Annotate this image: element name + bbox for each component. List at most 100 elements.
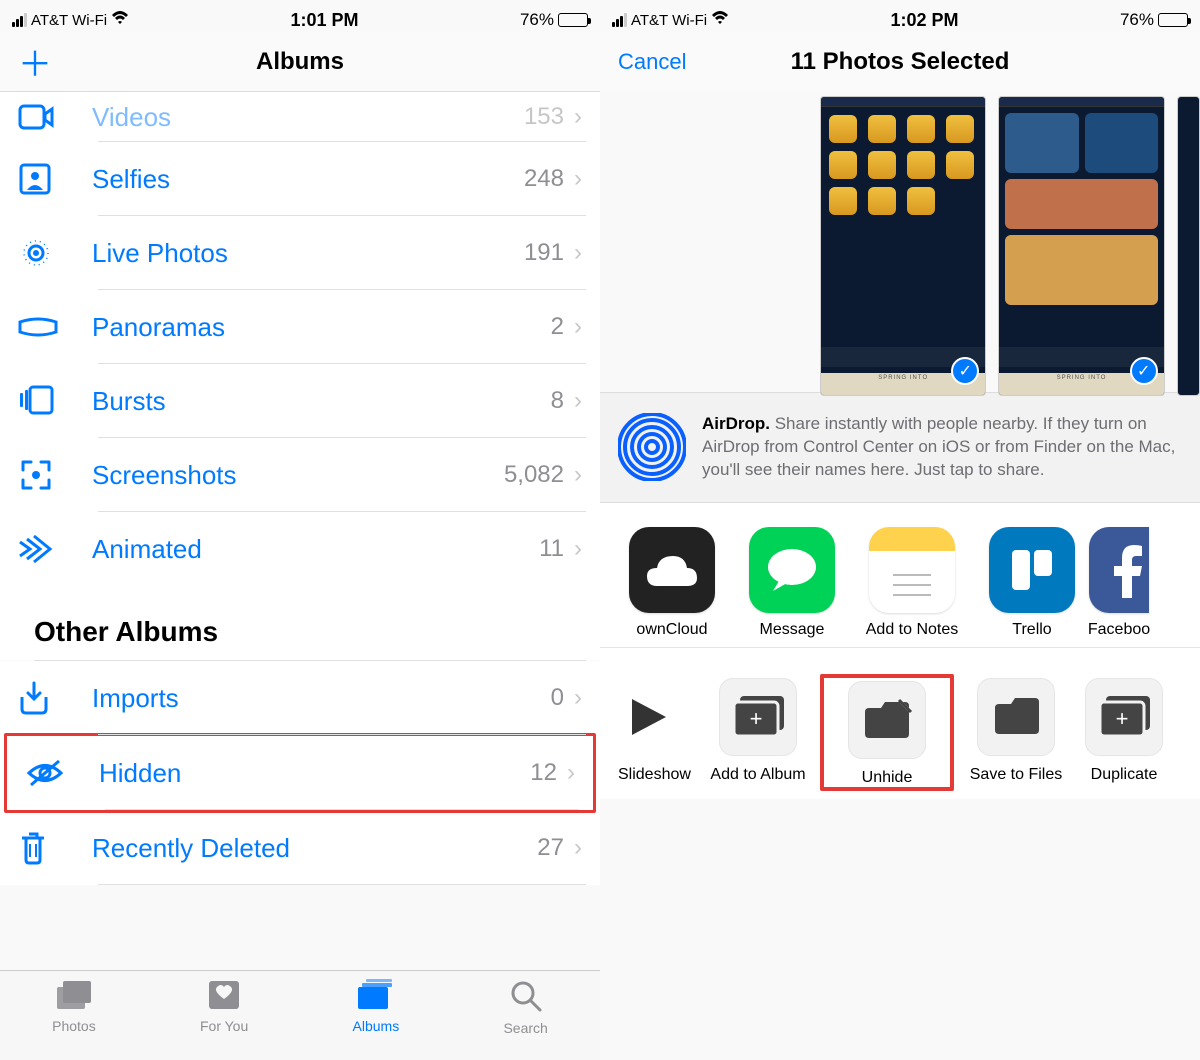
album-label: Selfies	[92, 164, 524, 195]
album-count: 5,082	[504, 461, 564, 489]
share-app-label: Add to Notes	[866, 621, 959, 639]
tab-photos[interactable]: Photos	[52, 979, 96, 1034]
battery-icon	[1158, 13, 1188, 27]
album-row-bursts[interactable]: Bursts8 ›	[0, 364, 600, 438]
screenshots-icon	[18, 457, 78, 493]
tab-label: Albums	[353, 1018, 400, 1034]
share-app-message[interactable]: Message	[732, 527, 852, 639]
album-count: 8	[551, 387, 564, 415]
action-save-to-files[interactable]: Save to Files	[956, 678, 1076, 791]
album-row-imports[interactable]: Imports0›	[0, 661, 600, 735]
owncloud-icon	[629, 527, 715, 613]
album-row-panoramas[interactable]: Panoramas2›	[0, 290, 600, 364]
action-label: Duplicate	[1091, 766, 1158, 784]
status-bar: AT&T Wi-Fi 1:01 PM 76%	[0, 8, 600, 32]
cancel-button[interactable]: Cancel	[618, 49, 686, 75]
album-count: 27	[537, 834, 564, 862]
album-row-recently-deleted[interactable]: Recently Deleted27 ›	[0, 811, 600, 885]
wifi-icon	[111, 11, 129, 29]
action-duplicate[interactable]: +Duplicate	[1076, 678, 1172, 791]
action-row[interactable]: Slideshow + Add to Album Unhide Save to File…	[600, 648, 1200, 799]
action-label: Unhide	[862, 769, 913, 787]
album-label: Imports	[92, 683, 551, 714]
album-row-videos[interactable]: Videos153 ›	[0, 92, 600, 142]
photo-thumbnail[interactable]	[1177, 96, 1200, 396]
chevron-right-icon: ›	[567, 759, 575, 787]
chevron-right-icon: ›	[574, 387, 582, 415]
album-count: 12	[530, 759, 557, 787]
tab-bar: Photos For You Albums Search	[0, 970, 600, 1060]
selected-photos-strip[interactable]: SPRING INTO ✓ SPRING INTO ✓	[600, 92, 1200, 392]
chevron-right-icon: ›	[574, 834, 582, 862]
share-app-label: ownCloud	[636, 621, 707, 639]
album-list: Videos153›Selfies248›Live Photos191›Pano…	[0, 92, 600, 586]
animated-icon	[18, 532, 78, 566]
chevron-right-icon: ›	[574, 239, 582, 267]
tab-albums[interactable]: Albums	[353, 979, 400, 1034]
signal-icon	[612, 13, 627, 27]
section-header-other: Other Albums	[0, 586, 600, 660]
album-count: 153	[524, 103, 564, 131]
action-unhide[interactable]: Unhide	[827, 681, 947, 787]
tab-for-you[interactable]: For You	[200, 979, 248, 1034]
album-count: 248	[524, 165, 564, 193]
battery-icon	[558, 13, 588, 27]
share-app-label: Faceboo	[1088, 621, 1150, 639]
photos-tab-icon	[55, 979, 93, 1014]
album-label: Videos	[92, 102, 524, 133]
trello-icon	[989, 527, 1075, 613]
photo-thumbnail[interactable]: SPRING INTO ✓	[820, 96, 986, 396]
nav-title: Albums	[256, 48, 344, 76]
save-files-icon	[977, 678, 1055, 756]
foryou-tab-icon	[207, 979, 241, 1014]
tab-search[interactable]: Search	[503, 979, 547, 1036]
notes-icon	[869, 527, 955, 613]
status-bar: AT&T Wi-Fi 1:02 PM 76%	[600, 8, 1200, 32]
time-label: 1:01 PM	[291, 10, 359, 31]
share-app-owncloud[interactable]: ownCloud	[612, 527, 732, 639]
add-album-icon: +	[719, 678, 797, 756]
share-app-add-to-notes[interactable]: Add to Notes	[852, 527, 972, 639]
chevron-right-icon: ›	[574, 535, 582, 563]
svg-text:+: +	[750, 706, 763, 731]
nav-title: 11 Photos Selected	[791, 48, 1010, 76]
album-row-selfies[interactable]: Selfies248 ›	[0, 142, 600, 216]
album-row-screenshots[interactable]: Screenshots5,082›	[0, 438, 600, 512]
album-label: Live Photos	[92, 238, 524, 269]
action-slideshow[interactable]: Slideshow	[602, 678, 698, 791]
airdrop-text: AirDrop. Share instantly with people nea…	[702, 413, 1182, 482]
action-add-to-album[interactable]: + Add to Album	[698, 678, 818, 791]
photo-thumbnail[interactable]: SPRING INTO ✓	[998, 96, 1164, 396]
album-count: 2	[551, 313, 564, 341]
album-row-hidden[interactable]: Hidden12›	[7, 736, 593, 810]
album-label: Bursts	[92, 386, 551, 417]
facebook-icon	[1089, 527, 1149, 613]
battery-label: 76%	[520, 10, 554, 30]
videos-icon	[18, 102, 78, 132]
share-app-trello[interactable]: Trello	[972, 527, 1092, 639]
share-app-faceboo[interactable]: Faceboo	[1092, 527, 1146, 639]
tab-label: For You	[200, 1018, 248, 1034]
chevron-right-icon: ›	[574, 313, 582, 341]
time-label: 1:02 PM	[891, 10, 959, 31]
album-label: Animated	[92, 534, 539, 565]
other-album-list: Imports0›Hidden12›Recently Deleted27›	[0, 661, 600, 885]
chevron-right-icon: ›	[574, 103, 582, 131]
search-tab-icon	[509, 979, 543, 1016]
chevron-right-icon: ›	[574, 165, 582, 193]
albums-tab-icon	[356, 979, 396, 1014]
bursts-icon	[18, 384, 78, 418]
share-app-row[interactable]: ownCloud Message Add to Notes Trello Faceboo	[600, 503, 1200, 648]
album-row-live-photos[interactable]: Live Photos191›	[0, 216, 600, 290]
chevron-right-icon: ›	[574, 684, 582, 712]
album-row-animated[interactable]: Animated11›	[0, 512, 600, 586]
album-label: Recently Deleted	[92, 833, 537, 864]
action-label: Add to Album	[710, 766, 805, 784]
unhide-icon	[848, 681, 926, 759]
airdrop-icon	[618, 413, 686, 481]
add-button[interactable]: ＋	[18, 37, 52, 86]
tab-label: Search	[503, 1020, 547, 1036]
trash-icon	[18, 830, 78, 866]
album-label: Screenshots	[92, 460, 504, 491]
share-app-label: Trello	[1012, 621, 1051, 639]
